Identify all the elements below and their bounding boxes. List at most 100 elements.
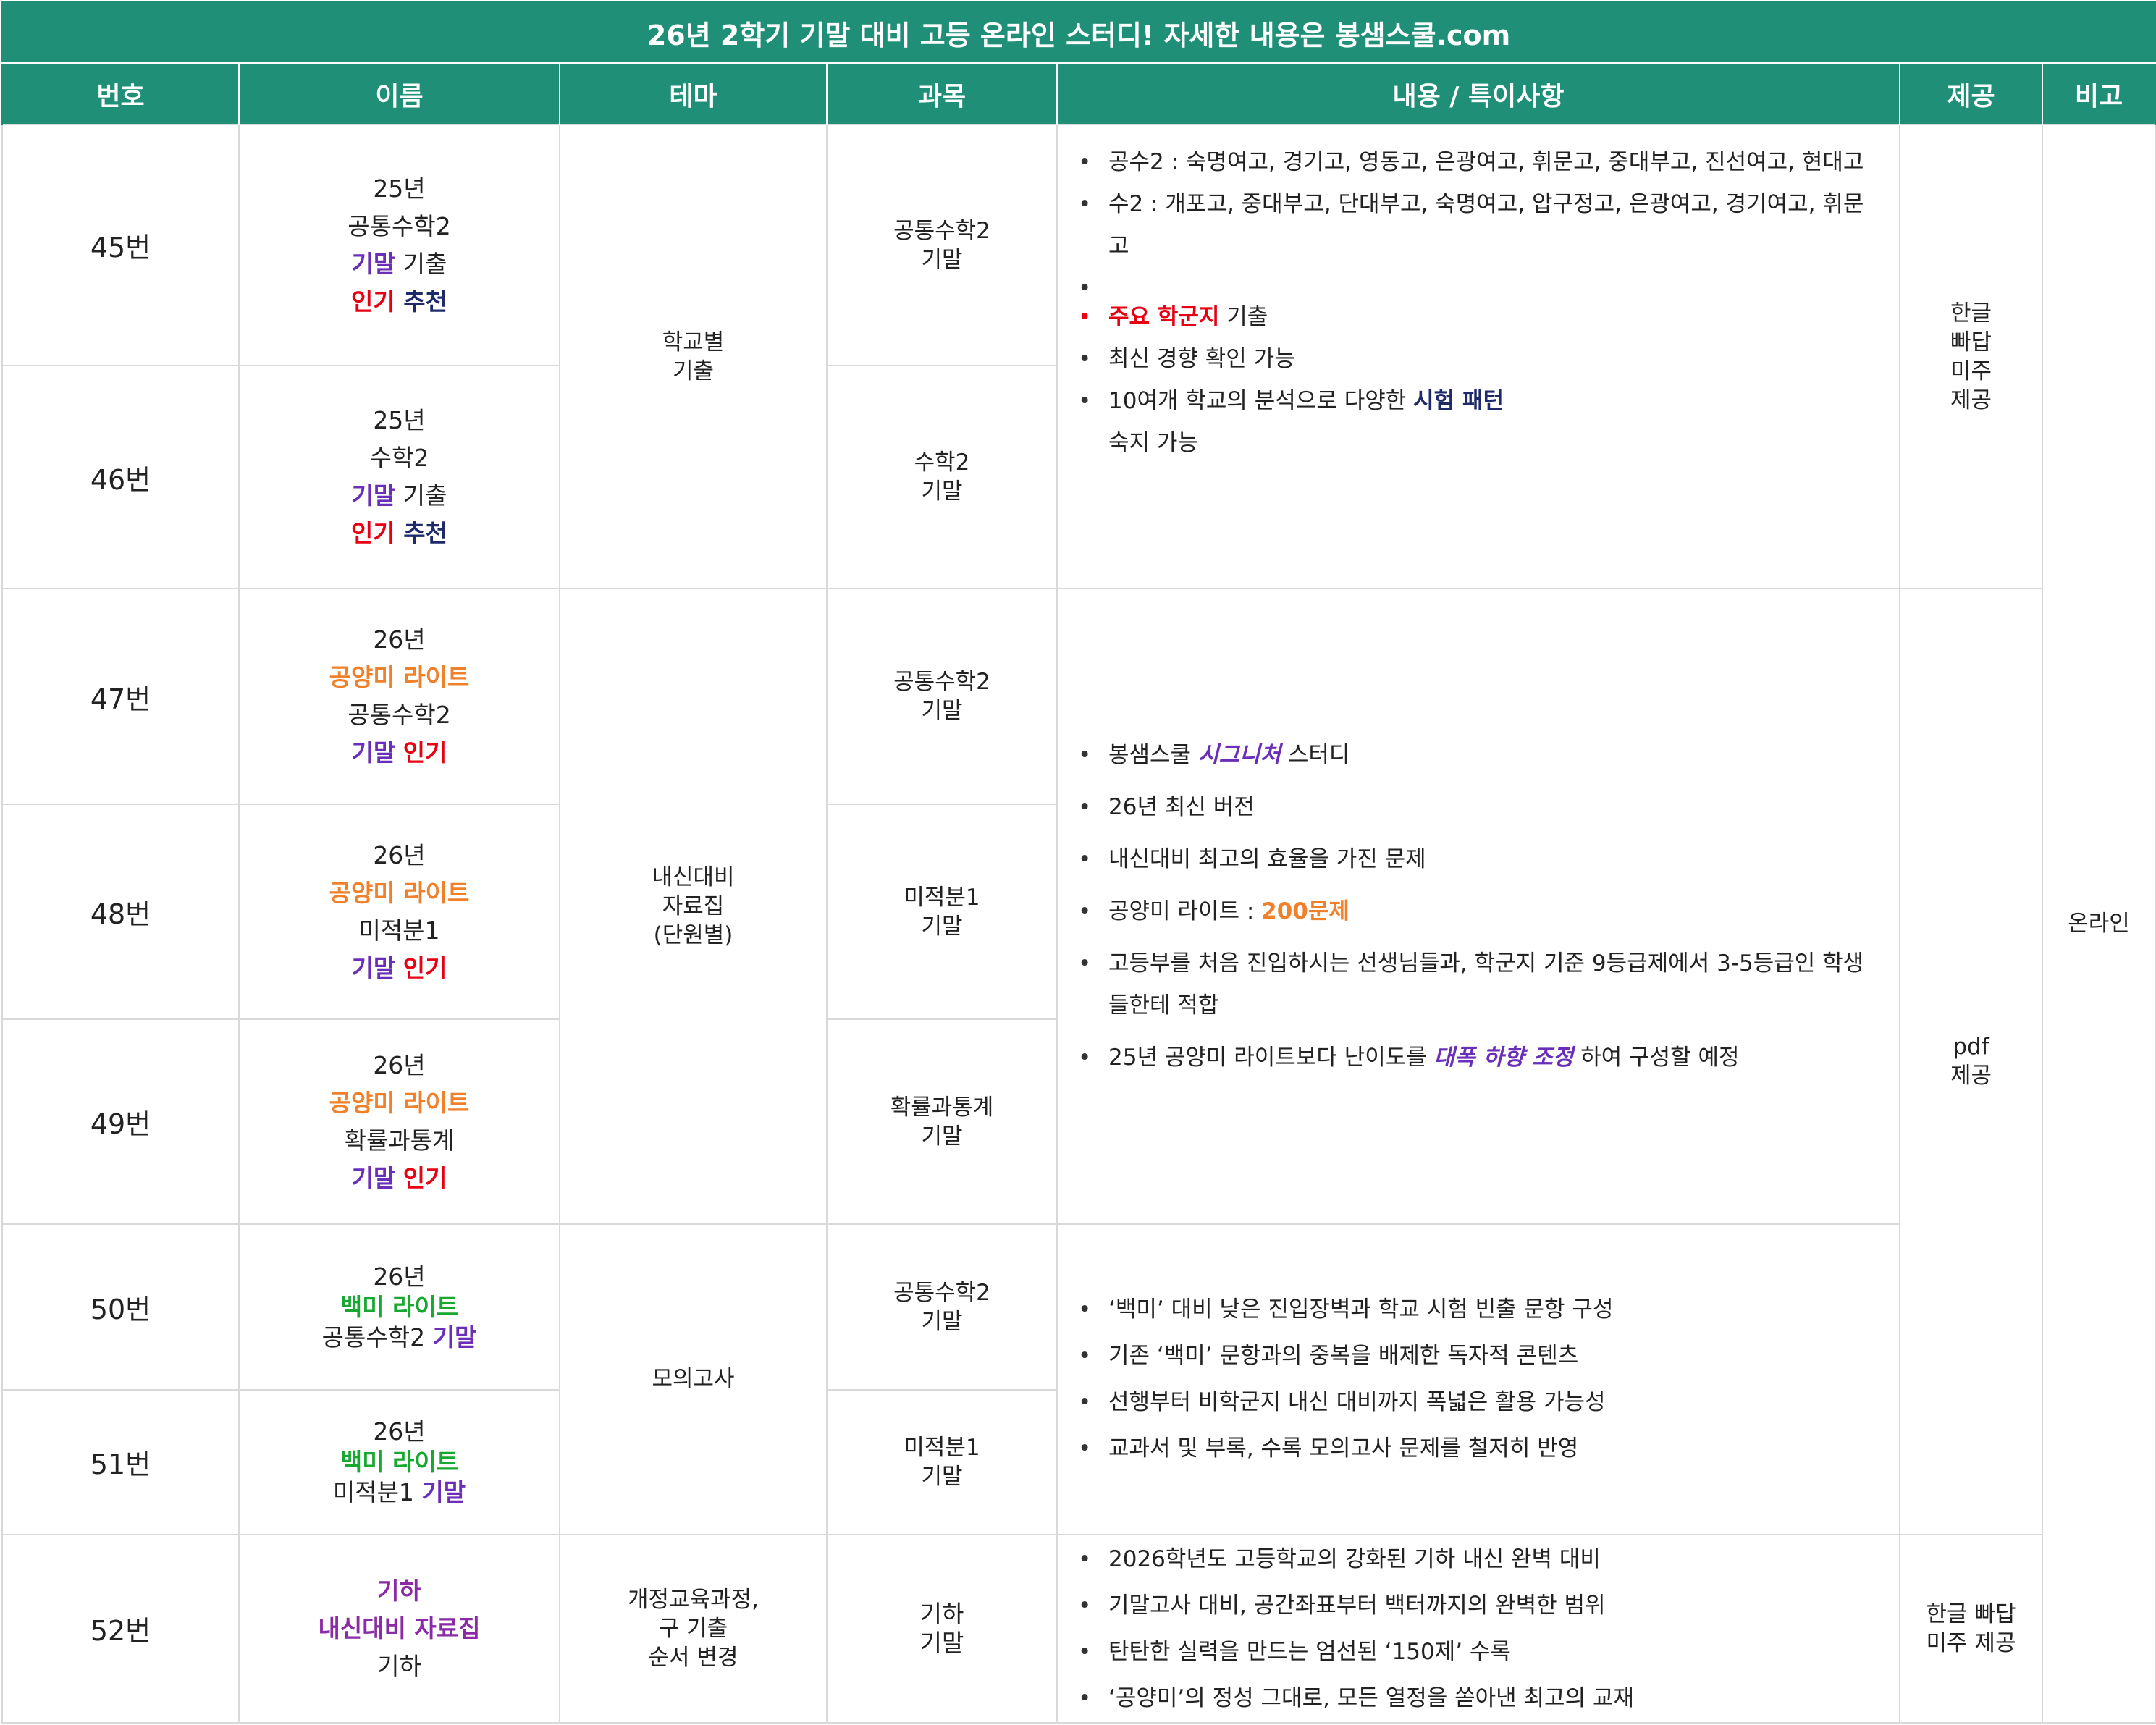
name-title: 수학2 bbox=[369, 444, 429, 473]
row-name: 26년 백미 라이트 공통수학2 기말 bbox=[238, 1223, 560, 1391]
row-number: 51번 bbox=[1, 1389, 240, 1535]
row-number: 50번 bbox=[1, 1223, 240, 1391]
name-title: 공통수학2 bbox=[321, 1323, 433, 1351]
study-table: 26년 2학기 기말 대비 고등 온라인 스터디! 자세한 내용은 봉샘스쿨.c… bbox=[1, 1, 2156, 1724]
row-name: 26년 공양미 라이트 확률과통계 기말 인기 bbox=[238, 1018, 560, 1225]
provide-cell: 한글 빠답 미주 제공 bbox=[1899, 124, 2043, 590]
content-bullet: 최신 경향 확인 가능 bbox=[1071, 338, 1883, 380]
bullet-text: 스터디 bbox=[1281, 742, 1350, 769]
name-title: 미적분1 bbox=[332, 1477, 422, 1506]
content-cell: 2026학년도 고등학교의 강화된 기하 내신 완벽 대비 기말고사 대비, 공… bbox=[1056, 1533, 1900, 1724]
bullet-text: 25년 공양미 라이트보다 난이도를 bbox=[1108, 1045, 1434, 1071]
name-tag-rest: 추천 bbox=[395, 519, 447, 548]
name-year: 26년 bbox=[373, 840, 426, 869]
subject-cell: 공통수학2 기말 bbox=[826, 124, 1058, 366]
theme-line: 기출 bbox=[672, 358, 715, 384]
page-title: 26년 2학기 기말 대비 고등 온라인 스터디! 자세한 내용은 봉샘스쿨.c… bbox=[1, 1, 2156, 65]
bullet-text: 공양미 라이트 : bbox=[1108, 898, 1262, 925]
header-number: 번호 bbox=[1, 63, 240, 125]
theme-line: 학교별 bbox=[662, 329, 725, 355]
bullet-text: 하여 구성할 예정 bbox=[1573, 1045, 1740, 1071]
content-bullet: 봉샘스쿨 시그니처 스터디 bbox=[1071, 734, 1883, 776]
theme-line: 순서 변경 bbox=[648, 1644, 738, 1671]
subject-line: 기말 bbox=[921, 698, 963, 725]
content-bullet: 탄탄한 실력을 만드는 엄선된 ‘150제’ 수록 bbox=[1071, 1629, 1883, 1675]
content-bullet: ‘공양미’의 정성 그대로, 모든 열정을 쏟아낸 최고의 교재 bbox=[1071, 1675, 1883, 1721]
row-number: 52번 bbox=[1, 1533, 240, 1724]
row-number: 45번 bbox=[1, 124, 240, 366]
content-bullet: 내신대비 최고의 효율을 가진 문제 bbox=[1071, 838, 1883, 880]
header-note: 비고 bbox=[2041, 63, 2156, 125]
name-tag: 인기 bbox=[351, 519, 395, 548]
provide-line: 빠답 bbox=[1950, 329, 1992, 355]
subject-line: 기하 bbox=[919, 1599, 964, 1628]
name-title: 공통수학2 bbox=[348, 211, 451, 240]
content-cell: 공수2 : 숙명여고, 경기고, 영동고, 은광여고, 휘문고, 중대부고, 진… bbox=[1056, 124, 1900, 590]
name-tag: 인기 bbox=[403, 1163, 447, 1192]
subject-line: 공통수학2 bbox=[893, 669, 990, 696]
subject-line: 공통수학2 bbox=[893, 1279, 990, 1306]
name-year: 25년 bbox=[373, 174, 426, 203]
row-name: 기하 내신대비 자료집 기하 bbox=[238, 1533, 560, 1724]
row-number: 49번 bbox=[1, 1018, 240, 1225]
provide-line: 미주 bbox=[1950, 358, 1992, 384]
header-subject: 과목 bbox=[826, 63, 1058, 125]
subject-cell: 공통수학2 기말 bbox=[826, 588, 1058, 805]
subject-line: 기말 bbox=[921, 1463, 963, 1490]
note-cell: 온라인 bbox=[2041, 124, 2156, 1724]
name-tag: 기말 bbox=[351, 953, 396, 982]
name-title: 확률과통계 bbox=[344, 1126, 455, 1155]
row-name: 26년 백미 라이트 미적분1 기말 bbox=[238, 1389, 560, 1535]
content-bullet: 26년 최신 버전 bbox=[1071, 786, 1883, 828]
subject-line: 기말 bbox=[919, 1628, 964, 1657]
theme-line: (단원별) bbox=[653, 922, 733, 949]
name-tag: 인기 bbox=[403, 953, 447, 982]
name-series: 백미 라이트 bbox=[340, 1447, 459, 1476]
header-provide: 제공 bbox=[1899, 63, 2043, 125]
highlight-text: 시그니처 bbox=[1197, 742, 1281, 769]
row-number: 48번 bbox=[1, 803, 240, 1021]
theme-line: 내신대비 bbox=[652, 864, 735, 891]
content-bullet: 선행부터 비학군지 내신 대비까지 폭넓은 활용 가능성 bbox=[1071, 1379, 1883, 1425]
content-bullet: 주요 학군지 기출 bbox=[1071, 296, 1883, 338]
provide-line: 미주 제공 bbox=[1926, 1629, 2016, 1656]
content-bullet: 기존 ‘백미’ 문항과의 중복을 배제한 독자적 콘텐츠 bbox=[1071, 1333, 1883, 1379]
subject-line: 기말 bbox=[921, 246, 963, 273]
bullet-text: 10여개 학교의 분석으로 다양한 bbox=[1108, 388, 1414, 415]
name-tag: 기말 bbox=[421, 1477, 466, 1506]
bullet-text: 봉샘스쿨 bbox=[1108, 742, 1198, 769]
row-number: 46번 bbox=[1, 364, 240, 590]
name-tag: 기말 bbox=[351, 481, 396, 510]
name-title: 미적분1 bbox=[358, 916, 440, 945]
subject-cell: 미적분1 기말 bbox=[826, 803, 1058, 1021]
content-cell: 봉샘스쿨 시그니처 스터디 26년 최신 버전 내신대비 최고의 효율을 가진 … bbox=[1056, 588, 1900, 1225]
subject-cell: 수학2 기말 bbox=[826, 364, 1058, 590]
table-row: 45번 25년 공통수학2 기말 기출 인기 추천 학교별 기출 공통수학2 기… bbox=[1, 124, 2156, 1724]
name-tag: 기말 bbox=[351, 738, 396, 767]
name-series: 내신대비 자료집 bbox=[318, 1614, 481, 1642]
name-tag-rest: 기출 bbox=[395, 249, 447, 278]
subject-line: 확률과통계 bbox=[890, 1094, 994, 1121]
name-tag: 인기 bbox=[403, 738, 447, 767]
theme-cell: 모의고사 bbox=[559, 1223, 828, 1535]
subject-line: 기말 bbox=[921, 913, 963, 940]
subject-line: 수학2 bbox=[914, 450, 970, 476]
header-theme: 테마 bbox=[559, 63, 828, 125]
provide-line: 한글 빠답 bbox=[1926, 1600, 2016, 1627]
row-name: 26년 공양미 라이트 미적분1 기말 인기 bbox=[238, 803, 560, 1021]
highlight-text: 200문제 bbox=[1261, 898, 1349, 925]
bullet-text: 숙지 가능 bbox=[1108, 430, 1198, 457]
content-bullet: 교과서 및 부록, 수록 모의고사 문제를 철저히 반영 bbox=[1071, 1425, 1883, 1472]
name-series: 백미 라이트 bbox=[340, 1292, 459, 1321]
content-bullet: 고등부를 처음 진입하시는 선생님들과, 학군지 기준 9등급제에서 3-5등급… bbox=[1071, 942, 1883, 1026]
name-tag-rest: 기출 bbox=[395, 481, 447, 510]
name-tag: 기말 bbox=[351, 249, 396, 278]
header-content: 내용 / 특이사항 bbox=[1056, 63, 1900, 125]
table-row: 47번 26년 공양미 라이트 공통수학2 기말 인기 내신대비 자료집 (단원… bbox=[1, 588, 2155, 1535]
row-name: 25년 수학2 기말 기출 인기 추천 bbox=[238, 364, 560, 590]
subject-cell: 공통수학2 기말 bbox=[826, 1223, 1058, 1391]
content-bullet: ‘백미’ 대비 낮은 진입장벽과 학교 시험 빈출 문항 구성 bbox=[1071, 1286, 1883, 1333]
content-bullet: 기말고사 대비, 공간좌표부터 백터까지의 완벽한 범위 bbox=[1071, 1582, 1883, 1629]
content-cell: ‘백미’ 대비 낮은 진입장벽과 학교 시험 빈출 문항 구성 기존 ‘백미’ … bbox=[1056, 1223, 1900, 1535]
highlight-text: 주요 학군지 bbox=[1108, 304, 1220, 331]
